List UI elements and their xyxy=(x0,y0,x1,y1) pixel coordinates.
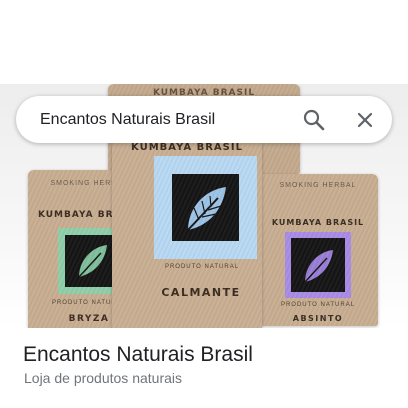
bag-subtitle: PRODUTO NATURAL xyxy=(164,264,240,270)
leaf-icon xyxy=(78,245,107,278)
place-title: Encantos Naturais Brasil xyxy=(23,343,253,366)
bag-subtitle: PRODUTO NATURAL xyxy=(280,302,356,308)
clear-button[interactable] xyxy=(349,104,381,136)
bag-product-name: ABSINTO xyxy=(292,314,344,323)
bag-label-frame xyxy=(285,232,351,298)
leaf-icon xyxy=(304,250,333,283)
search-bar[interactable]: Encantos Naturais Brasil xyxy=(16,96,392,143)
bag-product-name: CALMANTE xyxy=(161,286,241,299)
leaf-icon xyxy=(187,187,226,231)
product-bag-absinto: SMOKING HERBAL KUMBAYA BRASIL PRODUTO NA… xyxy=(258,174,378,326)
bag-brand: KUMBAYA BRASIL xyxy=(271,218,365,227)
bag-top-text: SMOKING HERBAL xyxy=(279,182,357,189)
product-bag-calmante: KUMBAYA BRASIL PRODUTO NATURAL CALMANTE xyxy=(112,140,262,328)
search-button[interactable] xyxy=(298,104,330,136)
close-icon xyxy=(357,112,373,128)
bag-label-frame xyxy=(154,156,257,259)
search-icon xyxy=(303,109,325,131)
place-category: Loja de produtos naturais xyxy=(24,370,182,386)
search-input[interactable]: Encantos Naturais Brasil xyxy=(40,96,215,143)
bag-brand: KUMBAYA BRASIL xyxy=(131,142,243,153)
